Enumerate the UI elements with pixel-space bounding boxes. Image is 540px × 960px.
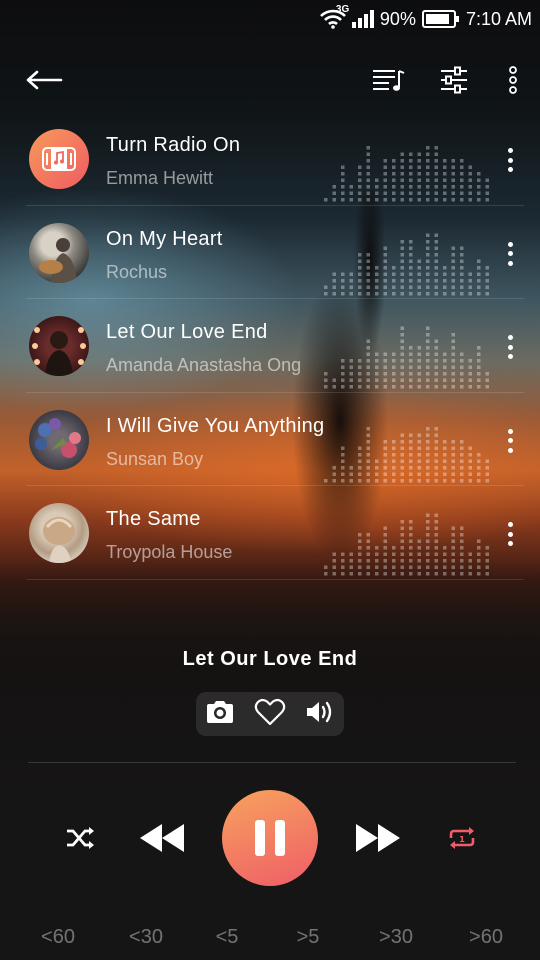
network-type: 3G (335, 4, 350, 15)
seek-forward-60[interactable]: >60 (469, 926, 503, 949)
more-vertical-icon[interactable] (506, 241, 514, 266)
track-artist: Rochus (106, 261, 168, 282)
track-title: The Same (106, 508, 201, 530)
pause-icon[interactable] (222, 790, 318, 886)
equalizer-visual (324, 146, 489, 202)
playback-controls: 1 (0, 790, 540, 886)
more-vertical-icon[interactable] (506, 148, 514, 172)
track-artist: Amanda Anastasha Ong (106, 355, 302, 375)
seek-back-5[interactable]: <5 (216, 926, 239, 949)
track-row[interactable]: I Will Give You Anything Sunsan Boy (26, 393, 524, 486)
more-vertical-icon[interactable] (506, 428, 514, 453)
now-playing-title: Let Our Love End (182, 648, 358, 670)
seek-forward-30[interactable]: >30 (379, 926, 413, 949)
volume-icon[interactable] (305, 699, 335, 730)
album-art (29, 503, 89, 563)
equalizer-visual (324, 426, 489, 482)
track-artist: Sunsan Boy (106, 448, 204, 469)
track-title: On My Heart (106, 227, 223, 250)
radio-icon (42, 147, 76, 171)
now-playing-actions (196, 692, 344, 736)
radio-thumbnail (29, 129, 89, 189)
equalizer-visual (324, 233, 489, 295)
more-vertical-icon[interactable] (500, 62, 526, 98)
battery-icon (421, 10, 459, 28)
track-row[interactable]: On My Heart Rochus (26, 206, 524, 299)
heart-icon[interactable] (254, 698, 286, 731)
album-art (29, 222, 89, 283)
shuffle-icon[interactable] (62, 820, 100, 856)
clock: 7:10 AM (465, 8, 532, 29)
arrow-left-icon[interactable] (22, 62, 66, 98)
seek-back-60[interactable]: <60 (41, 926, 75, 949)
app-bar (0, 50, 540, 110)
track-row[interactable]: Turn Radio On Emma Hewitt (26, 112, 524, 206)
equalizer-visual (324, 513, 489, 576)
more-vertical-icon[interactable] (506, 335, 514, 359)
seek-back-30[interactable]: <30 (129, 926, 163, 949)
track-title: I Will Give You Anything (106, 414, 325, 437)
sliders-icon[interactable] (434, 62, 474, 98)
equalizer-visual (324, 326, 489, 389)
seek-forward-5[interactable]: >5 (297, 926, 320, 949)
track-row[interactable]: Let Our Love End Amanda Anastasha Ong (26, 299, 524, 393)
status-bar: 3G 90% 7:10 AM (0, 0, 540, 38)
track-artist: Troypola House (106, 542, 233, 562)
track-row[interactable]: The Same Troypola House (26, 486, 524, 580)
track-title: Turn Radio On (106, 134, 241, 156)
playlist-music-icon[interactable] (368, 62, 408, 98)
battery-fill (425, 14, 450, 24)
bottom-shade (0, 560, 540, 960)
track-artist: Emma Hewitt (106, 168, 214, 188)
fast-forward-icon[interactable] (352, 818, 404, 858)
divider (28, 762, 516, 763)
svg-text:1: 1 (459, 835, 465, 844)
repeat-one-icon[interactable]: 1 (444, 820, 480, 856)
track-list: Turn Radio On Emma Hewitt On My Heart Ro… (26, 112, 524, 580)
album-art (29, 409, 89, 470)
album-art (29, 316, 89, 376)
more-vertical-icon[interactable] (506, 522, 514, 546)
rewind-icon[interactable] (136, 818, 188, 858)
seek-speed-bar: <60 <30 <5 >5 >30 >60 (0, 926, 540, 952)
track-title: Let Our Love End (106, 321, 268, 343)
camera-icon[interactable] (205, 699, 235, 730)
cell-signal-icon: 3G (336, 4, 374, 28)
battery-percent: 90% (379, 8, 416, 29)
